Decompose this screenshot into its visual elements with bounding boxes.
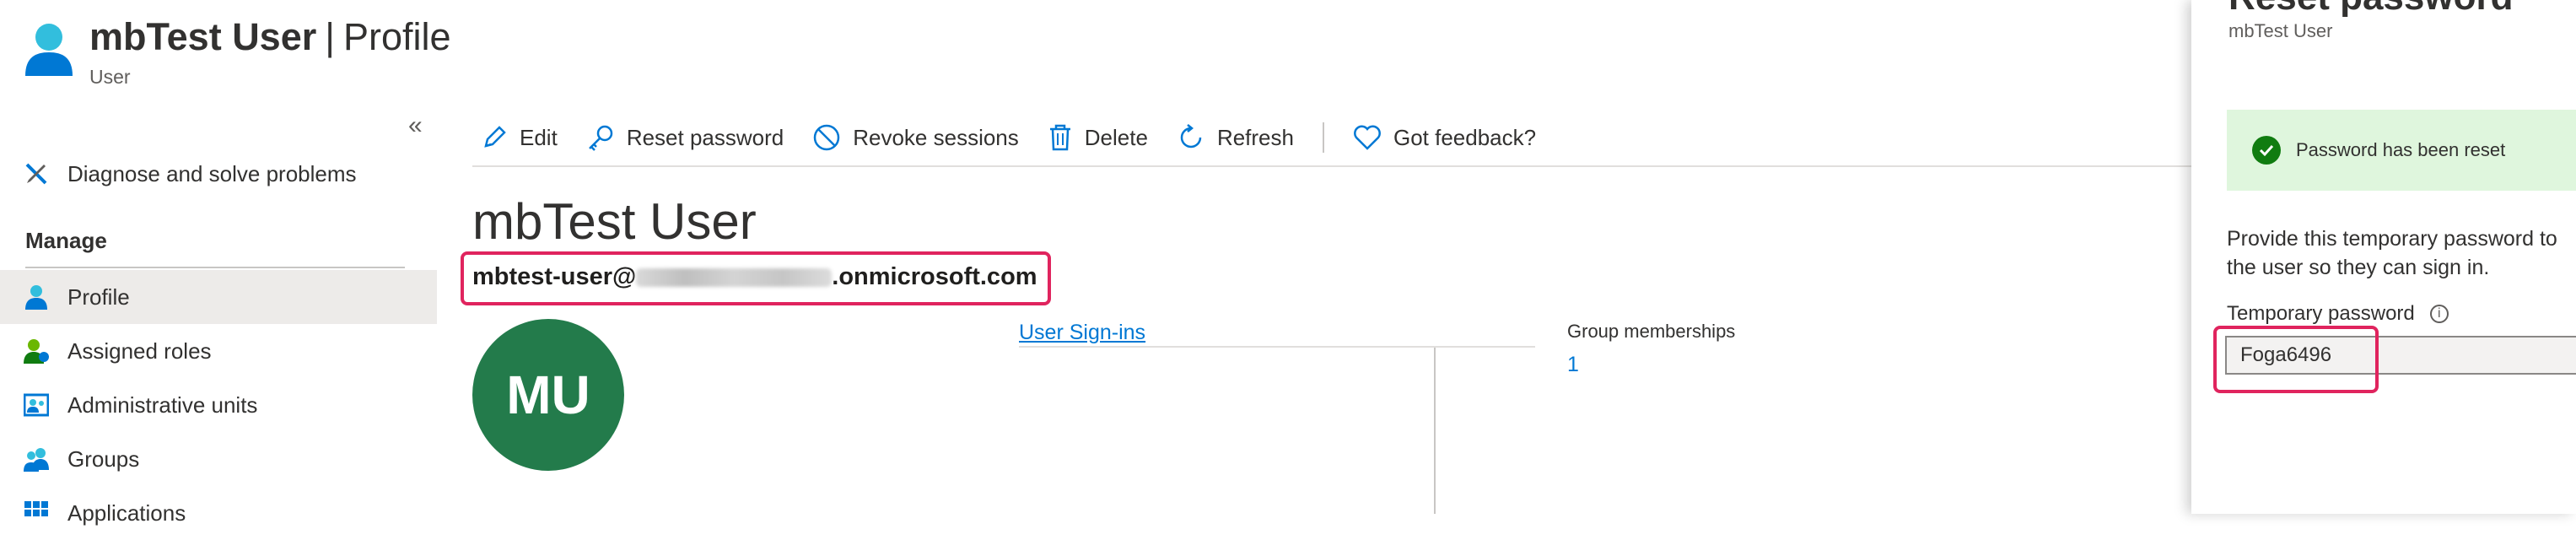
edit-label: Edit [520,124,558,150]
group-icon [24,446,49,472]
trash-icon [1049,124,1070,151]
revoke-sessions-label: Revoke sessions [853,124,1019,150]
reset-password-button[interactable]: Reset password [586,123,784,152]
page-title-name: mbTest User [89,15,317,58]
sidebar-item-label: Administrative units [67,392,258,418]
success-message-text: Password has been reset [2296,139,2506,160]
delete-label: Delete [1084,124,1148,150]
key-icon [588,125,613,151]
sidebar-item-assigned-roles[interactable]: Assigned roles [0,324,437,378]
sidebar-item-administrative-units[interactable]: Administrative units [0,378,437,432]
sidebar-item-diagnose[interactable]: Diagnose and solve problems [0,147,437,201]
page-title: mbTest User | Profile [89,15,451,59]
password-highlight [2213,326,2379,393]
person-role-icon [24,338,49,364]
sidebar-item-groups[interactable]: Groups [0,432,437,486]
sidebar-item-label: Assigned roles [67,338,212,364]
panel-title: Reset password [2228,0,2513,19]
sidebar-item-label: Diagnose and solve problems [67,160,357,186]
panel-subtitle: mbTest User [2228,20,2333,41]
user-icon [24,22,74,78]
toolbar-divider [1322,122,1324,153]
pencil-icon [484,126,506,148]
page-title-section: Profile [342,15,451,58]
refresh-label: Refresh [1216,124,1294,150]
wrench-screwdriver-icon [24,161,49,186]
delete-button[interactable]: Delete [1048,123,1148,152]
user-sign-ins-link[interactable]: User Sign-ins [1019,321,1145,345]
avatar: MU [472,319,624,471]
upn-suffix: .onmicrosoft.com [832,263,1037,290]
block-icon [813,124,840,151]
group-memberships-label: Group memberships [1567,321,1736,342]
collapse-sidebar-button[interactable]: « [408,111,423,140]
page-title-separator: | [325,15,335,58]
manage-heading: Manage [25,228,107,253]
user-display-name: mbTest User [472,193,757,250]
vertical-divider [1434,348,1436,514]
revoke-sessions-button[interactable]: Revoke sessions [812,123,1019,152]
panel-description: Provide this temporary password to the u… [2227,227,2557,279]
sidebar-item-label: Groups [67,446,140,472]
temporary-password-label: Temporary password i [2227,302,2449,326]
refresh-icon [1180,124,1202,148]
avatar-initials: MU [506,364,590,425]
group-memberships-count-link[interactable]: 1 [1567,353,1579,377]
info-icon[interactable]: i [2429,305,2449,323]
refresh-button[interactable]: Refresh [1177,123,1294,152]
divider [1019,346,1535,348]
sidebar-item-label: Applications [67,500,186,526]
sidebar-item-applications[interactable]: Applications [0,486,437,540]
page-subtitle: User [89,66,131,88]
command-bar: Edit Reset password Revoke sessions Dele… [481,116,1565,159]
checkmark-icon [2252,136,2281,165]
temporary-password-label-text: Temporary password [2227,302,2415,325]
divider [25,267,405,268]
sidebar-item-profile[interactable]: Profile [0,270,437,324]
upn-prefix: mbtest-user@ [472,263,637,290]
feedback-button[interactable]: Got feedback? [1353,124,1536,151]
heart-icon [1354,125,1381,150]
redacted-text [636,268,833,288]
feedback-label: Got feedback? [1393,124,1537,150]
edit-button[interactable]: Edit [481,124,558,151]
success-message-bar: Password has been reset [2227,110,2576,191]
reset-password-label: Reset password [626,124,784,150]
admin-units-icon [24,392,49,418]
apps-grid-icon [24,500,49,526]
toolbar-divider-line [472,165,2193,167]
user-principal-name: mbtest-user@ .onmicrosoft.com [472,263,1037,291]
person-icon [24,284,49,310]
sidebar-item-label: Profile [67,284,130,310]
